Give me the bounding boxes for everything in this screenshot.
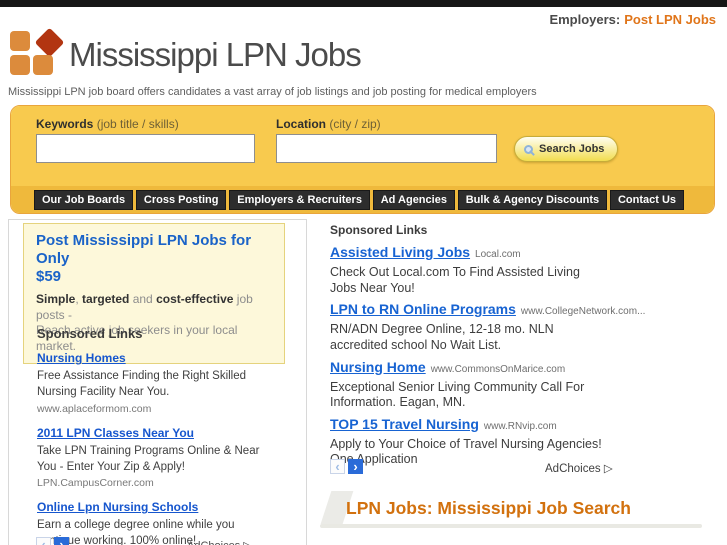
ad-domain: www.RNvip.com [483,420,557,432]
main-sponsored-links-heading: Sponsored Links [330,223,428,237]
ad-description: RN/ADN Degree Online, 12-18 mo. NLN accr… [330,322,554,352]
nav-item-employers-recruiters[interactable]: Employers & Recruiters [229,189,370,210]
prev-arrow-icon[interactable]: ‹ [330,459,345,474]
heading-underline [320,524,702,528]
keywords-label-bold: Keywords [36,117,94,131]
keywords-label: Keywords (job title / skills) [36,117,179,131]
search-jobs-button-label: Search Jobs [539,143,605,155]
logo-diamond-icon [34,27,65,58]
keywords-input[interactable] [36,134,255,163]
location-label-bold: Location [276,117,326,131]
sidebar-ads: Nursing Homes Free Assistance Finding th… [37,349,299,545]
promo-bold-cost-effective: cost-effective [156,292,234,306]
page-title: LPN Jobs: Mississippi Job Search [346,498,631,518]
sidebar-ad-pager: ‹ › [36,537,69,545]
page: Employers: Post LPN Jobs Mississippi LPN … [0,0,727,545]
logo-square-icon [10,55,30,75]
logo-square-icon [10,31,30,51]
ad-description: Check Out Local.com To Find Assisted Liv… [330,265,580,295]
list-item: Online Lpn Nursing Schools Earn a colleg… [37,498,299,545]
adchoices-icon: ▷ [240,540,251,545]
logo-square-icon [33,55,53,75]
ad-domain: Local.com [475,249,521,260]
top-black-bar [0,0,727,7]
promo-text: and [129,292,157,306]
promo-title: Post Mississippi LPN Jobs for Only $59 [36,232,252,285]
sidebar-adchoices-link[interactable]: AdChoices ▷ [187,539,252,545]
promo-box: Post Mississippi LPN Jobs for Only $59 S… [23,223,285,365]
page-heading-section: LPN Jobs: Mississippi Job Search [320,491,705,531]
adchoices-label: AdChoices [187,540,240,545]
main-adchoices-link[interactable]: AdChoices ▷ [545,461,613,475]
ad-link-assisted-living-jobs[interactable]: Assisted Living Jobs [330,244,470,260]
nav-item-bulk-agency-discounts[interactable]: Bulk & Agency Discounts [457,189,608,210]
ad-link-travel-nursing[interactable]: TOP 15 Travel Nursing [330,416,479,432]
location-hint: (city / zip) [326,117,381,131]
ad-link-nursing-homes[interactable]: Nursing Homes [37,351,126,365]
sidebar-sponsored-links-heading: Sponsored Links [37,326,143,341]
ad-domain: www.CollegeNetwork.com... [520,306,646,318]
main-ads: Assisted Living Jobs Local.com Check Out … [330,244,710,473]
search-jobs-button[interactable]: Search Jobs [514,136,619,162]
main-ad-pager: ‹ › [330,459,363,474]
list-item: TOP 15 Travel Nursing www.RNvip.com Apply… [330,416,710,468]
nav-item-contact-us[interactable]: Contact Us [609,189,684,210]
search-icon [524,144,533,154]
nav-item-cross-posting[interactable]: Cross Posting [135,189,227,210]
list-item: LPN to RN Online Programs www.CollegeNetw… [330,301,710,353]
search-area: Keywords (job title / skills) Location (… [11,106,714,186]
prev-arrow-icon[interactable]: ‹ [36,537,51,545]
next-arrow-icon[interactable]: › [54,537,69,545]
nav-item-our-job-boards[interactable]: Our Job Boards [34,189,134,210]
ad-link-online-lpn-schools[interactable]: Online Lpn Nursing Schools [37,500,198,514]
location-label: Location (city / zip) [276,117,381,131]
search-panel: Keywords (job title / skills) Location (… [10,105,715,214]
adchoices-icon: ▷ [600,463,613,475]
main-column: Sponsored Links Assisted Living Jobs Loca… [320,219,720,545]
list-item: Nursing Homes Free Assistance Finding th… [37,349,299,415]
left-sidebar: Post Mississippi LPN Jobs for Only $59 S… [8,219,307,545]
nav-item-ad-agencies[interactable]: Ad Agencies [372,189,455,210]
next-arrow-icon[interactable]: › [348,459,363,474]
promo-bold-simple: Simple [36,292,76,306]
employers-label: Employers: [549,12,621,27]
employers-header: Employers: Post LPN Jobs [549,12,716,27]
list-item: Nursing Home www.CommonsOnMarice.com Exce… [330,359,710,411]
site-title[interactable]: Mississippi LPN Jobs [69,36,362,74]
ad-link-lpn-to-rn[interactable]: LPN to RN Online Programs [330,301,516,317]
ad-url: LPN.CampusCorner.com [37,477,154,490]
list-item: Assisted Living Jobs Local.com Check Out … [330,244,710,296]
ad-description: Free Assistance Finding the Right Skille… [37,370,247,398]
ad-link-nursing-home[interactable]: Nursing Home [330,359,426,375]
adchoices-label: AdChoices [545,463,601,475]
ad-description: Exceptional Senior Living Community Call… [330,379,585,410]
list-item: 2011 LPN Classes Near You Take LPN Train… [37,424,299,490]
keywords-hint: (job title / skills) [93,117,179,131]
main-nav: Our Job Boards Cross Posting Employers &… [11,186,714,213]
ad-description: Take LPN Training Programs Online & Near… [37,444,260,473]
post-lpn-jobs-link[interactable]: Post LPN Jobs [624,12,716,27]
site-tagline: Mississippi LPN job board offers candida… [8,86,537,98]
ad-url: www.aplaceformom.com [37,402,152,415]
ad-description: Apply to Your Choice of Travel Nursing A… [330,436,602,467]
ad-description: Earn a college degree online while you c… [37,519,235,545]
site-logo-icon[interactable] [8,27,66,77]
ad-domain: www.CommonsOnMarice.com [430,363,566,375]
promo-body: Simple, targeted and cost-effective job … [36,292,272,354]
location-input[interactable] [276,134,497,163]
ad-link-lpn-classes[interactable]: 2011 LPN Classes Near You [37,426,194,440]
promo-bold-targeted: targeted [82,292,130,306]
